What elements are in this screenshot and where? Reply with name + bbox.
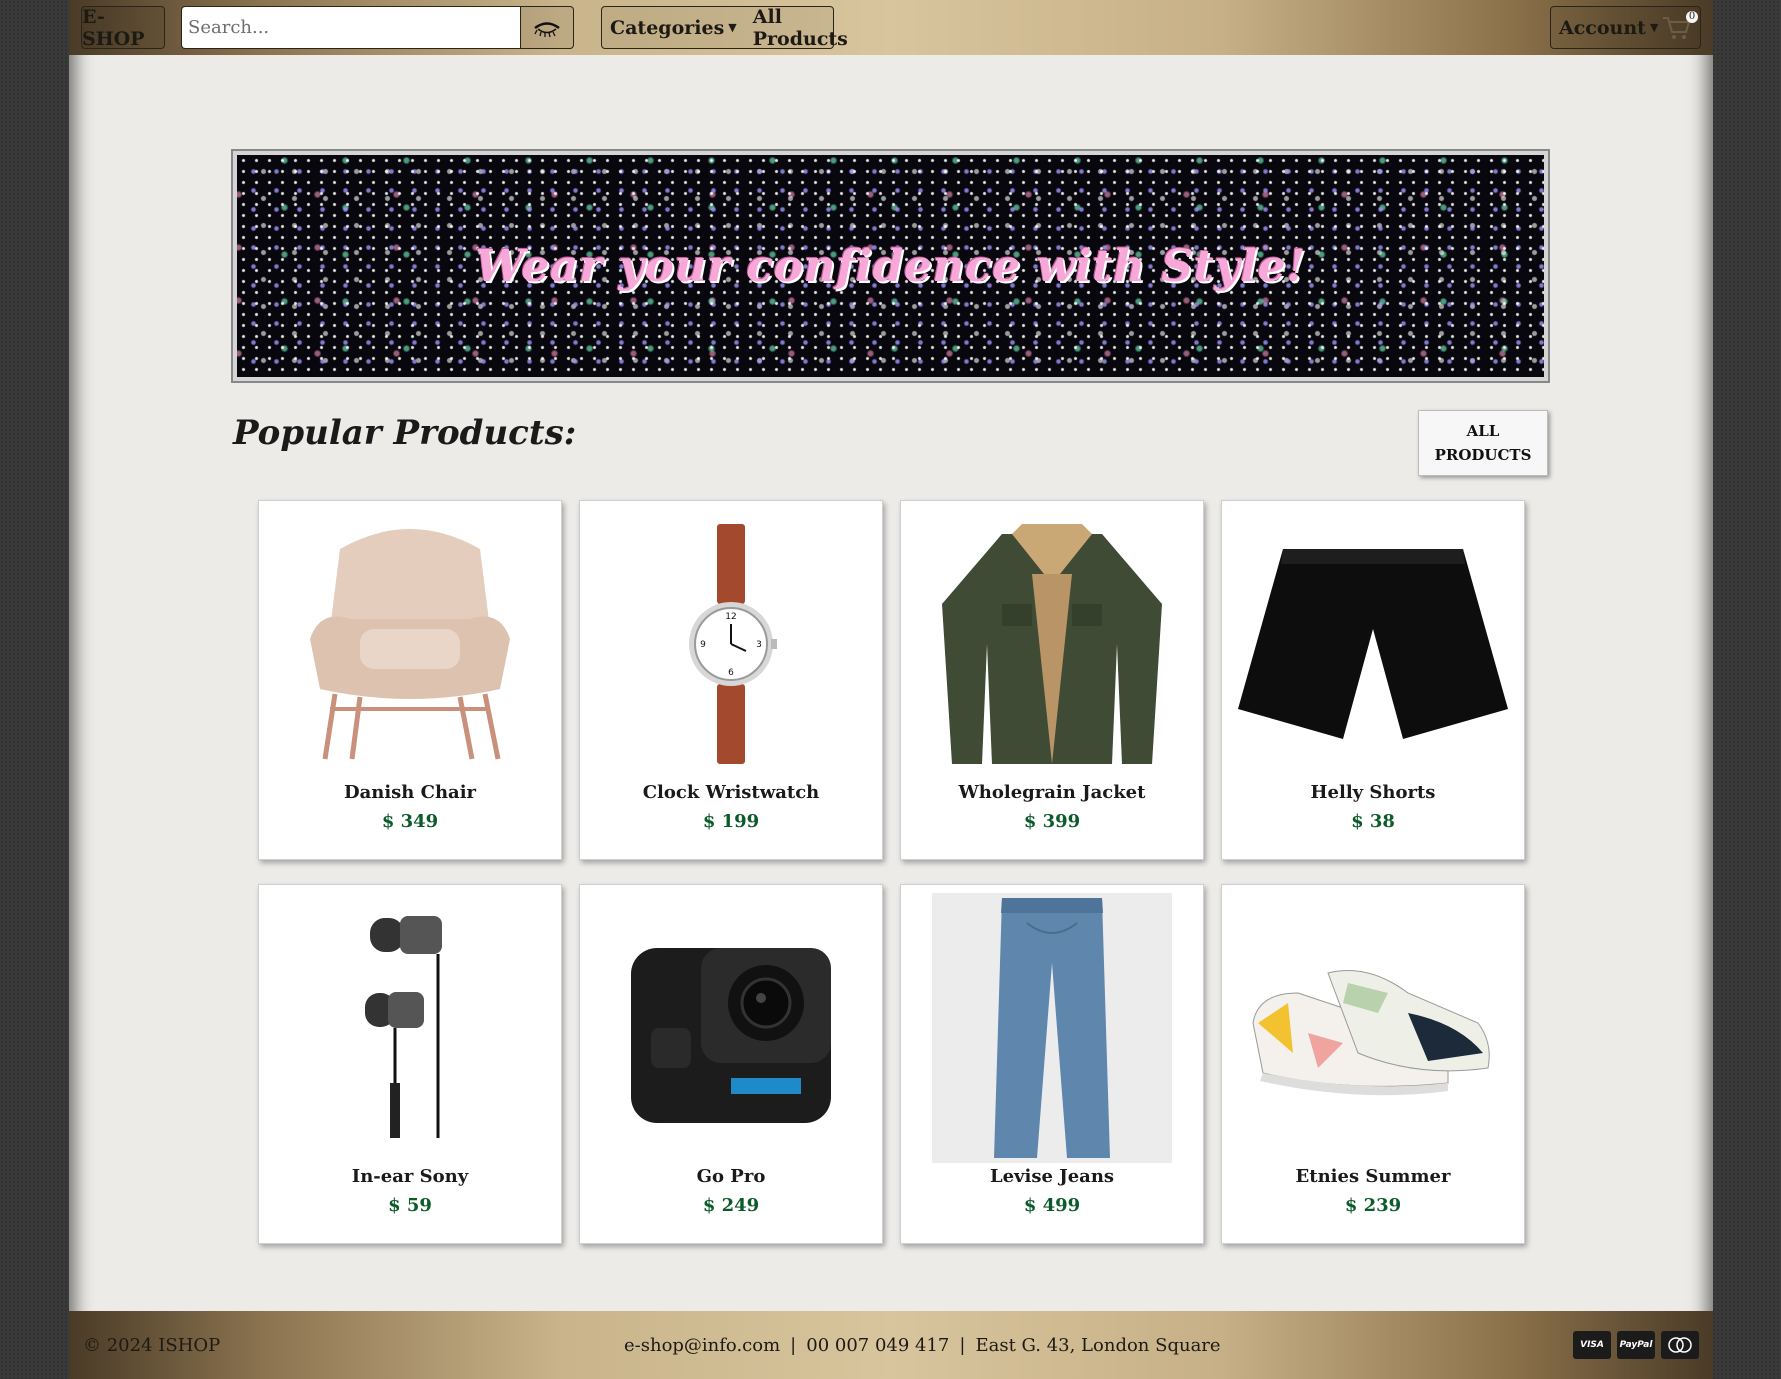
- product-card[interactable]: 12 3 6 9 Clock Wristwatch $ 199: [579, 500, 883, 860]
- svg-text:9: 9: [700, 640, 706, 650]
- product-card[interactable]: Levise Jeans $ 499: [900, 884, 1204, 1244]
- product-card[interactable]: Helly Shorts $ 38: [1221, 500, 1525, 860]
- sneakers-image: [1222, 893, 1524, 1163]
- earphones-image: [259, 893, 561, 1163]
- product-name: Wholegrain Jacket: [958, 782, 1146, 803]
- product-price: $ 249: [702, 1195, 760, 1216]
- svg-text:6: 6: [728, 668, 734, 678]
- cart-button[interactable]: 0: [1662, 10, 1698, 41]
- product-price: $ 38: [1351, 811, 1395, 832]
- chair-image: [259, 509, 561, 779]
- product-price: $ 349: [381, 811, 439, 832]
- visa-icon: VISA: [1573, 1331, 1611, 1359]
- jacket-image: [901, 509, 1203, 779]
- watch-image: 12 3 6 9: [580, 509, 882, 779]
- popular-products-title: Popular Products:: [233, 413, 577, 453]
- camera-image: [580, 893, 882, 1163]
- mastercard-icon: [1661, 1331, 1699, 1359]
- product-price: $ 59: [388, 1195, 432, 1216]
- eye-search-icon: [534, 21, 560, 37]
- product-name: Danish Chair: [343, 782, 477, 803]
- product-price: $ 499: [1023, 1195, 1081, 1216]
- product-price: $ 399: [1023, 811, 1081, 832]
- product-name: In-ear Sony: [351, 1166, 469, 1187]
- payment-methods: VISA PayPal: [1573, 1331, 1699, 1359]
- paypal-icon: PayPal: [1617, 1331, 1655, 1359]
- product-card[interactable]: In-ear Sony $ 59: [258, 884, 562, 1244]
- search-button[interactable]: [521, 7, 573, 48]
- contact-email[interactable]: e-shop@info.com: [624, 1335, 780, 1356]
- brand-logo[interactable]: E-SHOP: [81, 6, 165, 50]
- product-grid: Danish Chair $ 349 12 3 6 9 Clock Wristw…: [258, 500, 1525, 1244]
- product-name: Go Pro: [696, 1166, 766, 1187]
- contact-info: e-shop@info.com | 00 007 049 417 | East …: [624, 1335, 1221, 1356]
- nav-menu: Categories ▼ All Products: [601, 6, 848, 50]
- account-area: Account ▼ 0: [1550, 6, 1701, 49]
- product-card[interactable]: Go Pro $ 249: [579, 884, 883, 1244]
- jeans-image: [901, 893, 1203, 1163]
- product-name: Levise Jeans: [989, 1166, 1115, 1187]
- all-products-label: All Products: [752, 5, 848, 50]
- categories-label: Categories: [610, 16, 725, 39]
- separator: |: [959, 1334, 966, 1356]
- cart-count-badge: 0: [1686, 10, 1698, 23]
- banner-tagline: Wear your confidence with Style!: [475, 240, 1306, 292]
- contact-address: East G. 43, London Square: [975, 1334, 1221, 1356]
- separator: |: [790, 1334, 797, 1356]
- categories-dropdown[interactable]: Categories ▼: [610, 17, 737, 39]
- account-label: Account: [1559, 16, 1646, 39]
- product-name: Helly Shorts: [1310, 782, 1436, 803]
- product-price: $ 239: [1344, 1195, 1402, 1216]
- shorts-image: [1222, 509, 1524, 779]
- product-price: $ 199: [702, 811, 760, 832]
- top-navbar: E-SHOP Categories ▼ All Products Account…: [69, 0, 1713, 55]
- footer: © 2024 ISHOP e-shop@info.com | 00 007 04…: [69, 1311, 1713, 1379]
- svg-text:3: 3: [756, 640, 762, 650]
- svg-text:12: 12: [725, 612, 736, 622]
- search-input[interactable]: [182, 7, 522, 48]
- copyright-text: © 2024 ISHOP: [83, 1334, 221, 1356]
- contact-phone: 00 007 049 417: [806, 1334, 950, 1356]
- product-card[interactable]: Etnies Summer $ 239: [1221, 884, 1525, 1244]
- product-card[interactable]: Danish Chair $ 349: [258, 500, 562, 860]
- product-card[interactable]: Wholegrain Jacket $ 399: [900, 500, 1204, 860]
- all-products-link[interactable]: All Products: [753, 6, 848, 50]
- product-name: Etnies Summer: [1295, 1166, 1451, 1187]
- chevron-down-icon: ▼: [728, 21, 737, 34]
- product-name: Clock Wristwatch: [642, 782, 820, 803]
- hero-banner: Wear your confidence with Style!: [231, 149, 1550, 383]
- search-bar: [181, 6, 574, 49]
- account-dropdown[interactable]: Account ▼: [1559, 17, 1658, 39]
- all-products-button[interactable]: ALL PRODUCTS: [1418, 410, 1548, 476]
- chevron-down-icon: ▼: [1649, 21, 1659, 34]
